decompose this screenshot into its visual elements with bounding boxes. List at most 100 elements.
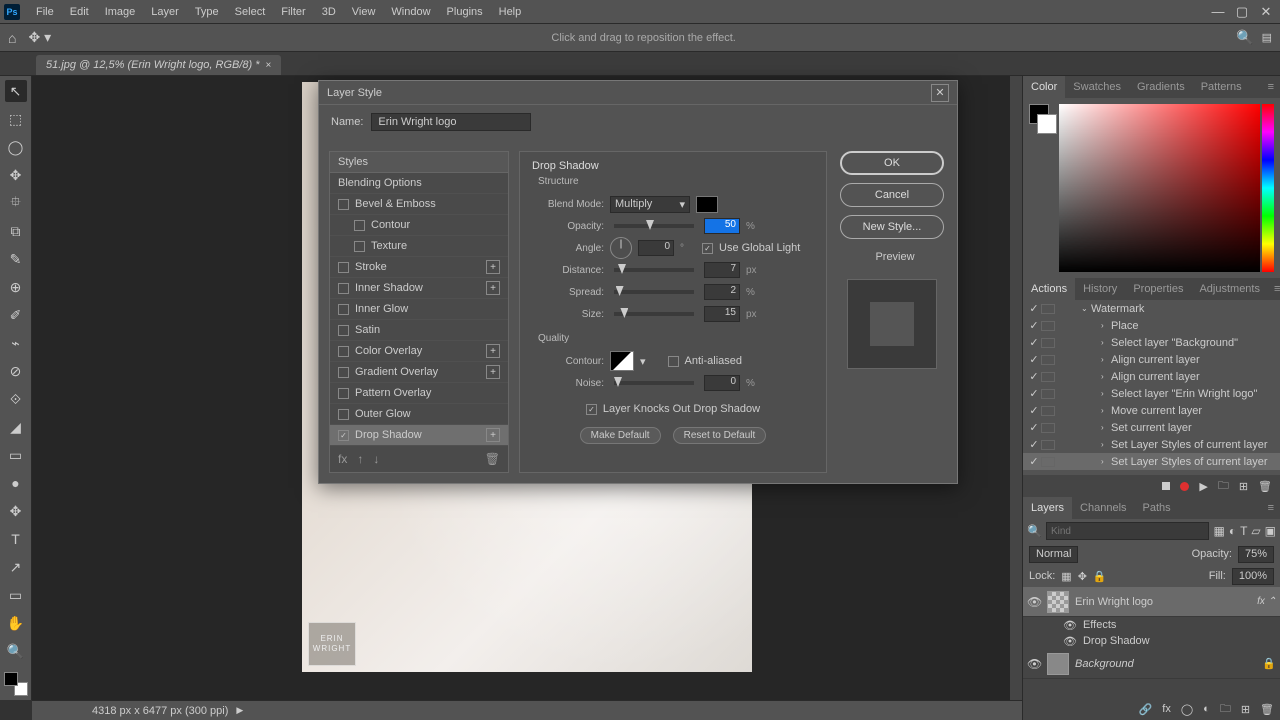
tool-heal[interactable]: ⊕ bbox=[5, 276, 27, 298]
reset-default-button[interactable]: Reset to Default bbox=[673, 427, 767, 444]
knockout-checkbox[interactable] bbox=[586, 404, 597, 415]
style-checkbox[interactable] bbox=[338, 346, 349, 357]
menu-3d[interactable]: 3D bbox=[314, 0, 344, 24]
layer-filter-input[interactable] bbox=[1046, 522, 1210, 540]
tool-path[interactable]: ↗ bbox=[5, 556, 27, 578]
spread-slider[interactable] bbox=[614, 290, 694, 294]
chevron-icon[interactable]: › bbox=[1101, 440, 1111, 449]
noise-input[interactable]: 0 bbox=[704, 375, 740, 391]
search-icon[interactable]: 🔍 bbox=[1236, 29, 1253, 46]
style-checkbox[interactable] bbox=[354, 241, 365, 252]
menu-edit[interactable]: Edit bbox=[62, 0, 97, 24]
workspace-icon[interactable]: ▤ bbox=[1262, 31, 1272, 44]
new-layer-icon[interactable]: ⊞ bbox=[1241, 703, 1250, 716]
fx-icon[interactable]: fx bbox=[1162, 703, 1171, 715]
action-row[interactable]: ✓›Align current layer bbox=[1023, 351, 1280, 368]
chevron-icon[interactable]: › bbox=[1101, 372, 1111, 381]
tool-stamp[interactable]: ⌁ bbox=[5, 332, 27, 354]
style-checkbox[interactable] bbox=[338, 367, 349, 378]
style-checkbox[interactable] bbox=[338, 283, 349, 294]
menu-layer[interactable]: Layer bbox=[143, 0, 187, 24]
layer-item[interactable]: 👁 Erin Wright logo fx ⌃ bbox=[1023, 587, 1280, 617]
color-field[interactable] bbox=[1059, 104, 1260, 272]
layer-item[interactable]: 👁 Background 🔒 bbox=[1023, 649, 1280, 679]
style-item[interactable]: Stroke+ bbox=[330, 257, 508, 278]
check-icon[interactable]: ✓ bbox=[1027, 302, 1041, 315]
check-icon[interactable]: ✓ bbox=[1027, 319, 1041, 332]
style-item[interactable]: Drop Shadow+ bbox=[330, 425, 508, 446]
menu-file[interactable]: File bbox=[28, 0, 62, 24]
filter-image-icon[interactable]: ▦ bbox=[1213, 524, 1224, 538]
style-item[interactable]: Bevel & Emboss bbox=[330, 194, 508, 215]
fx-badge[interactable]: fx ⌃ bbox=[1257, 596, 1276, 607]
size-input[interactable]: 15 bbox=[704, 306, 740, 322]
style-checkbox[interactable] bbox=[338, 325, 349, 336]
chevron-icon[interactable]: › bbox=[1101, 457, 1111, 466]
style-checkbox[interactable] bbox=[338, 262, 349, 273]
menu-filter[interactable]: Filter bbox=[273, 0, 313, 24]
style-checkbox[interactable] bbox=[338, 199, 349, 210]
check-icon[interactable]: ✓ bbox=[1027, 404, 1041, 417]
tab-properties[interactable]: Properties bbox=[1125, 278, 1191, 300]
tool-frame[interactable]: ⧉ bbox=[5, 220, 27, 242]
close-icon[interactable]: ✕ bbox=[931, 84, 949, 102]
check-icon[interactable]: ✓ bbox=[1027, 455, 1041, 468]
hue-slider[interactable] bbox=[1262, 104, 1274, 272]
tool-select[interactable]: ✥ bbox=[5, 164, 27, 186]
tool-hand[interactable]: ✋ bbox=[5, 612, 27, 634]
folder-icon[interactable]: 🗀 bbox=[1218, 477, 1229, 496]
layer-thumbnail[interactable] bbox=[1047, 591, 1069, 613]
shadow-color-swatch[interactable] bbox=[696, 196, 718, 213]
dialog-toggle[interactable] bbox=[1041, 355, 1055, 365]
tool-blur[interactable]: ▭ bbox=[5, 444, 27, 466]
check-icon[interactable]: ✓ bbox=[1027, 336, 1041, 349]
angle-input[interactable]: 0 bbox=[638, 240, 674, 256]
style-checkbox[interactable] bbox=[338, 304, 349, 315]
layer-name-input[interactable] bbox=[371, 113, 531, 131]
layer-thumbnail[interactable] bbox=[1047, 653, 1069, 675]
action-row[interactable]: ✓›Align current layer bbox=[1023, 368, 1280, 385]
menu-plugins[interactable]: Plugins bbox=[439, 0, 491, 24]
chevron-icon[interactable]: › bbox=[1101, 355, 1111, 364]
new-action-icon[interactable]: ⊞ bbox=[1239, 480, 1248, 493]
chevron-icon[interactable]: › bbox=[1101, 321, 1111, 330]
tool-zoom[interactable]: 🔍 bbox=[5, 640, 27, 662]
tool-move[interactable]: ↖ bbox=[5, 80, 27, 102]
noise-slider[interactable] bbox=[614, 381, 694, 385]
action-row[interactable]: ✓›Set Layer Styles of current layer bbox=[1023, 436, 1280, 453]
lock-pixels-icon[interactable]: ▦ bbox=[1061, 570, 1071, 583]
style-item[interactable]: Gradient Overlay+ bbox=[330, 362, 508, 383]
chevron-icon[interactable]: › bbox=[1101, 338, 1111, 347]
vertical-scrollbar[interactable] bbox=[1010, 76, 1022, 700]
fill-value[interactable]: 100% bbox=[1232, 568, 1274, 585]
dialog-toggle[interactable] bbox=[1041, 304, 1055, 314]
tool-type[interactable]: T bbox=[5, 528, 27, 550]
trash-icon[interactable]: 🗑 bbox=[1260, 703, 1274, 716]
style-checkbox[interactable] bbox=[338, 409, 349, 420]
contour-picker[interactable] bbox=[610, 351, 634, 371]
filter-shape-icon[interactable]: ▱ bbox=[1251, 524, 1260, 538]
chevron-icon[interactable]: › bbox=[1101, 389, 1111, 398]
styles-header[interactable]: Styles bbox=[330, 152, 508, 173]
foreground-color[interactable] bbox=[4, 672, 18, 686]
dialog-toggle[interactable] bbox=[1041, 457, 1055, 467]
add-instance-icon[interactable]: + bbox=[486, 281, 500, 295]
window-maximize-icon[interactable]: ▢ bbox=[1232, 4, 1252, 20]
fx-icon[interactable]: fx bbox=[338, 452, 347, 466]
dialog-toggle[interactable] bbox=[1041, 440, 1055, 450]
menu-help[interactable]: Help bbox=[491, 0, 530, 24]
close-tab-icon[interactable]: × bbox=[266, 60, 272, 71]
distance-input[interactable]: 7 bbox=[704, 262, 740, 278]
tool-pen[interactable]: ✥ bbox=[5, 500, 27, 522]
dialog-toggle[interactable] bbox=[1041, 406, 1055, 416]
tool-shape[interactable]: ▭ bbox=[5, 584, 27, 606]
eye-icon[interactable]: 👁 bbox=[1063, 619, 1077, 632]
visibility-icon[interactable]: 👁 bbox=[1027, 595, 1041, 609]
chevron-icon[interactable]: › bbox=[1101, 423, 1111, 432]
window-minimize-icon[interactable]: — bbox=[1208, 4, 1228, 20]
tool-brush[interactable]: ✐ bbox=[5, 304, 27, 326]
style-item[interactable]: Satin bbox=[330, 320, 508, 341]
trash-icon[interactable]: 🗑 bbox=[1258, 480, 1272, 493]
check-icon[interactable]: ✓ bbox=[1027, 438, 1041, 451]
dialog-titlebar[interactable]: Layer Style ✕ bbox=[319, 81, 957, 105]
